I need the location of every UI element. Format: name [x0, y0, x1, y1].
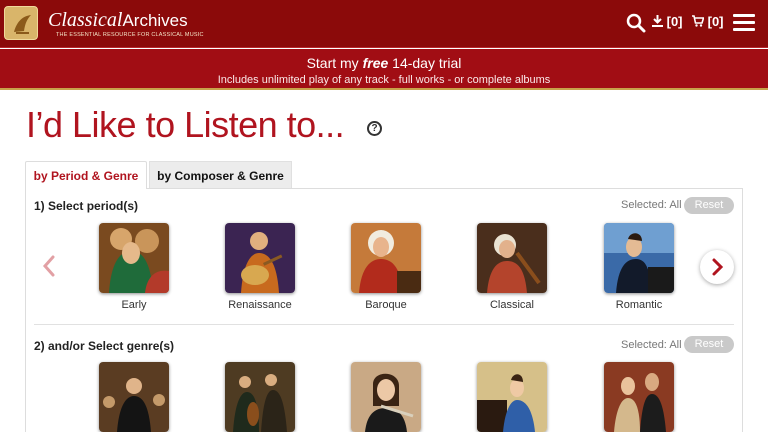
- search-icon[interactable]: [626, 13, 646, 38]
- section-divider: [34, 324, 734, 325]
- period-baroque-image[interactable]: [351, 223, 421, 293]
- period-classical-label[interactable]: Classical: [452, 299, 572, 311]
- downloads-button[interactable]: [0]: [652, 14, 683, 29]
- logo-word-archives: Archives: [122, 11, 188, 30]
- period-renaissance-label[interactable]: Renaissance: [200, 299, 320, 311]
- trial-prefix: Start my: [306, 55, 363, 71]
- period-romantic-image[interactable]: [604, 223, 674, 293]
- menu-icon[interactable]: [733, 14, 755, 32]
- genre-chamber-image[interactable]: [225, 362, 295, 432]
- carousel-next-arrow[interactable]: [700, 250, 734, 284]
- cart-count: [0]: [707, 14, 724, 29]
- download-count: [0]: [666, 14, 683, 29]
- download-icon: [652, 15, 663, 27]
- genre-vocal-image[interactable]: [604, 362, 674, 432]
- tab-period-genre[interactable]: by Period & Genre: [25, 161, 147, 189]
- genre-solo-image[interactable]: [351, 362, 421, 432]
- period-reset-button[interactable]: Reset: [684, 197, 734, 214]
- period-baroque-label[interactable]: Baroque: [326, 299, 446, 311]
- logo-wordmark[interactable]: ClassicalArchives: [48, 9, 188, 32]
- free-trial-banner[interactable]: Start my free 14-day trial Includes unli…: [0, 49, 768, 90]
- period-section-label: 1) Select period(s): [34, 199, 139, 213]
- genre-selected-status: Selected: All: [621, 339, 682, 351]
- genre-orchestral-image[interactable]: [99, 362, 169, 432]
- trial-free-emphasis: free: [362, 55, 389, 71]
- period-classical-image[interactable]: [477, 223, 547, 293]
- period-early-label[interactable]: Early: [74, 299, 194, 311]
- trial-subtext: Includes unlimited play of any track - f…: [217, 74, 551, 86]
- genre-keyboard-image[interactable]: [477, 362, 547, 432]
- help-icon[interactable]: ?: [367, 121, 382, 136]
- carousel-prev-arrow[interactable]: [38, 252, 60, 280]
- genre-section-label: 2) and/or Select genre(s): [34, 339, 175, 353]
- logo-tagline: THE ESSENTIAL RESOURCE FOR CLASSICAL MUS…: [56, 32, 204, 38]
- page-title: I’d Like to Listen to...: [26, 104, 345, 145]
- period-renaissance-image[interactable]: [225, 223, 295, 293]
- cart-button[interactable]: [0]: [692, 14, 724, 29]
- trial-headline: Start my free 14-day trial: [0, 55, 768, 71]
- trial-suffix: 14-day trial: [388, 55, 462, 71]
- period-selected-status: Selected: All: [621, 199, 682, 211]
- cart-icon: [692, 15, 705, 27]
- genre-reset-button[interactable]: Reset: [684, 336, 734, 353]
- period-early-image[interactable]: [99, 223, 169, 293]
- logo-word-classical: Classical: [48, 9, 123, 31]
- tab-composer-genre[interactable]: by Composer & Genre: [149, 161, 292, 189]
- period-romantic-label[interactable]: Romantic: [579, 299, 699, 311]
- logo-icon[interactable]: [4, 6, 38, 40]
- top-navigation-bar: ClassicalArchives THE ESSENTIAL RESOURCE…: [0, 0, 768, 48]
